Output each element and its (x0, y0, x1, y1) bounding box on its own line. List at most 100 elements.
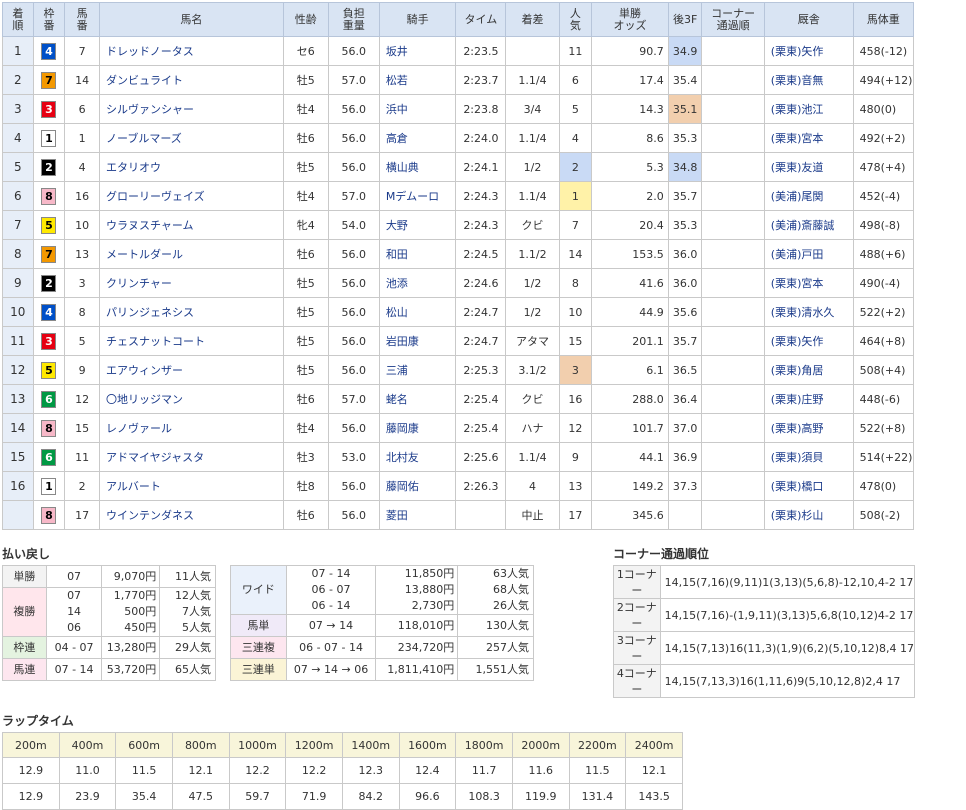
trainer-link[interactable]: (栗東)矢作 (771, 45, 824, 58)
jockey-link[interactable]: Mデムーロ (386, 190, 439, 203)
body-weight-cell: 464(+8) (852, 326, 915, 356)
corner-cell (701, 413, 765, 443)
margin-cell: ハナ (505, 413, 560, 443)
jockey-link[interactable]: 藤岡康 (386, 422, 419, 435)
horse-name-link[interactable]: アルバート (106, 480, 161, 493)
jockey-link[interactable]: 坂井 (386, 45, 408, 58)
payout-amount: 53,720円 (101, 658, 161, 681)
horse-name-link[interactable]: グローリーヴェイズ (106, 190, 205, 203)
trainer-link[interactable]: (栗東)宮本 (771, 132, 824, 145)
header-body-weight: 馬体重 (852, 2, 915, 37)
jockey-link[interactable]: 菱田 (386, 509, 408, 522)
horse-name-link[interactable]: 〇地リッジマン (106, 393, 183, 406)
trainer-link[interactable]: (栗東)須貝 (771, 451, 824, 464)
corner-cell (701, 36, 765, 66)
trainer-link[interactable]: (栗東)高野 (771, 422, 824, 435)
horse-name-link[interactable]: エアウィンザー (106, 364, 183, 377)
trainer-link[interactable]: (栗東)庄野 (771, 393, 824, 406)
horse-name-link[interactable]: ドレッドノータス (106, 45, 194, 58)
trainer-link[interactable]: (栗東)杉山 (771, 509, 824, 522)
horse-name-link[interactable]: メートルダール (106, 248, 183, 261)
trainer-cell: (栗東)宮本 (763, 268, 854, 298)
jockey-link[interactable]: 北村友 (386, 451, 419, 464)
trainer-cell: (栗東)矢作 (763, 36, 854, 66)
trainer-link[interactable]: (美浦)戸田 (771, 248, 824, 261)
waku-badge: 8 (41, 506, 57, 524)
odds-cell: 90.7 (591, 36, 669, 66)
jockey-link[interactable]: 池添 (386, 277, 408, 290)
trainer-link[interactable]: (栗東)友道 (771, 161, 824, 174)
body-weight-cell: 490(-4) (852, 268, 915, 298)
horse-name-link[interactable]: レノヴァール (106, 422, 172, 435)
last3f-cell: 34.9 (667, 36, 703, 66)
lap-distance: 1000m (228, 732, 287, 758)
trainer-link[interactable]: (美浦)尾関 (771, 190, 824, 203)
popularity-cell: 1 (558, 181, 593, 211)
header-rank: 着順 (2, 2, 34, 37)
horse-name-link[interactable]: クリンチャー (106, 277, 172, 290)
horse-name-link[interactable]: ウインテンダネス (106, 509, 194, 522)
horse-name-link[interactable]: エタリオウ (106, 161, 161, 174)
last3f-cell: 35.7 (667, 326, 703, 356)
horse-name-link[interactable]: ノーブルマーズ (106, 132, 182, 145)
horse-name-link[interactable]: ウラヌスチャーム (106, 219, 194, 232)
corner-row: 1コーナー 14,15(7,16)(9,11)1(3,13)(5,6,8)-12,… (613, 565, 916, 599)
jockey-link[interactable]: 高倉 (386, 132, 408, 145)
result-row: 13 6 12 〇地リッジマン 牡6 57.0 蛯名 2:25.4 クビ 16 288.0 36.4 (… (2, 384, 915, 414)
odds-cell: 201.1 (591, 326, 669, 356)
odds-cell: 5.3 (591, 152, 669, 182)
jockey-link[interactable]: 横山典 (386, 161, 419, 174)
jockey-cell: 大野 (378, 210, 457, 240)
waku-cell: 5 (32, 210, 66, 240)
jockey-cell: 高倉 (378, 123, 457, 153)
last3f-cell: 36.0 (667, 239, 703, 269)
trainer-link[interactable]: (栗東)角居 (771, 364, 824, 377)
sex-age-cell: セ6 (282, 36, 329, 66)
waku-badge: 3 (41, 332, 57, 350)
corner-order: 14,15(7,16)-(1,9,11)(3,13)5,6,8(10,12)4-… (659, 598, 916, 632)
payout-amount: 234,720円 (375, 636, 459, 659)
trainer-link[interactable]: (栗東)橋口 (771, 480, 824, 493)
jockey-link[interactable]: 松若 (386, 74, 408, 87)
jockey-link[interactable]: 浜中 (386, 103, 408, 116)
jockey-link[interactable]: 松山 (386, 306, 408, 319)
body-weight-cell: 494(+12) (852, 65, 915, 95)
jockey-link[interactable]: 蛯名 (386, 393, 408, 406)
trainer-link[interactable]: (栗東)池江 (771, 103, 824, 116)
horse-name-cell: メートルダール (99, 239, 284, 269)
waku-badge: 5 (41, 216, 57, 234)
lap-distance: 1800m (455, 732, 513, 758)
lap-split: 11.0 (58, 757, 117, 784)
horse-name-link[interactable]: パリンジェネシス (106, 306, 194, 319)
odds-cell: 41.6 (591, 268, 669, 298)
horse-name-cell: クリンチャー (99, 268, 284, 298)
payout-label: 馬連 (2, 658, 47, 681)
jockey-link[interactable]: 藤岡佑 (386, 480, 419, 493)
rank-cell: 12 (2, 355, 34, 385)
trainer-link[interactable]: (栗東)清水久 (771, 306, 835, 319)
weight-cell: 57.0 (327, 384, 380, 414)
horse-name-link[interactable]: ダンビュライト (106, 74, 183, 87)
horse-name-link[interactable]: チェスナットコート (106, 335, 205, 348)
horse-name-link[interactable]: アドマイヤジャスタ (106, 451, 204, 464)
jockey-link[interactable]: 三浦 (386, 364, 408, 377)
horse-name-cell: アルバート (99, 471, 284, 501)
jockey-link[interactable]: 和田 (386, 248, 408, 261)
jockey-link[interactable]: 岩田康 (386, 335, 419, 348)
time-cell: 2:24.3 (455, 181, 507, 211)
trainer-link[interactable]: (美浦)斎藤誠 (771, 219, 835, 232)
trainer-link[interactable]: (栗東)宮本 (771, 277, 824, 290)
horse-name-link[interactable]: シルヴァンシャー (106, 103, 194, 116)
waku-cell: 8 (32, 181, 66, 211)
time-cell: 2:25.6 (455, 442, 507, 472)
time-cell (455, 500, 507, 530)
time-cell: 2:25.4 (455, 413, 507, 443)
jockey-link[interactable]: 大野 (386, 219, 408, 232)
margin-cell: 中止 (505, 500, 560, 530)
lap-distance: 800m (171, 732, 230, 758)
corner-order: 14,15(7,13,3)16(1,11,6)9(5,10,12,8)2,4 1… (659, 664, 916, 698)
payout-popularity: 12人気 7人気 5人気 (159, 587, 216, 637)
trainer-link[interactable]: (栗東)音無 (771, 74, 824, 87)
payout-combination: 07 → 14 (285, 614, 377, 637)
trainer-link[interactable]: (栗東)矢作 (771, 335, 824, 348)
